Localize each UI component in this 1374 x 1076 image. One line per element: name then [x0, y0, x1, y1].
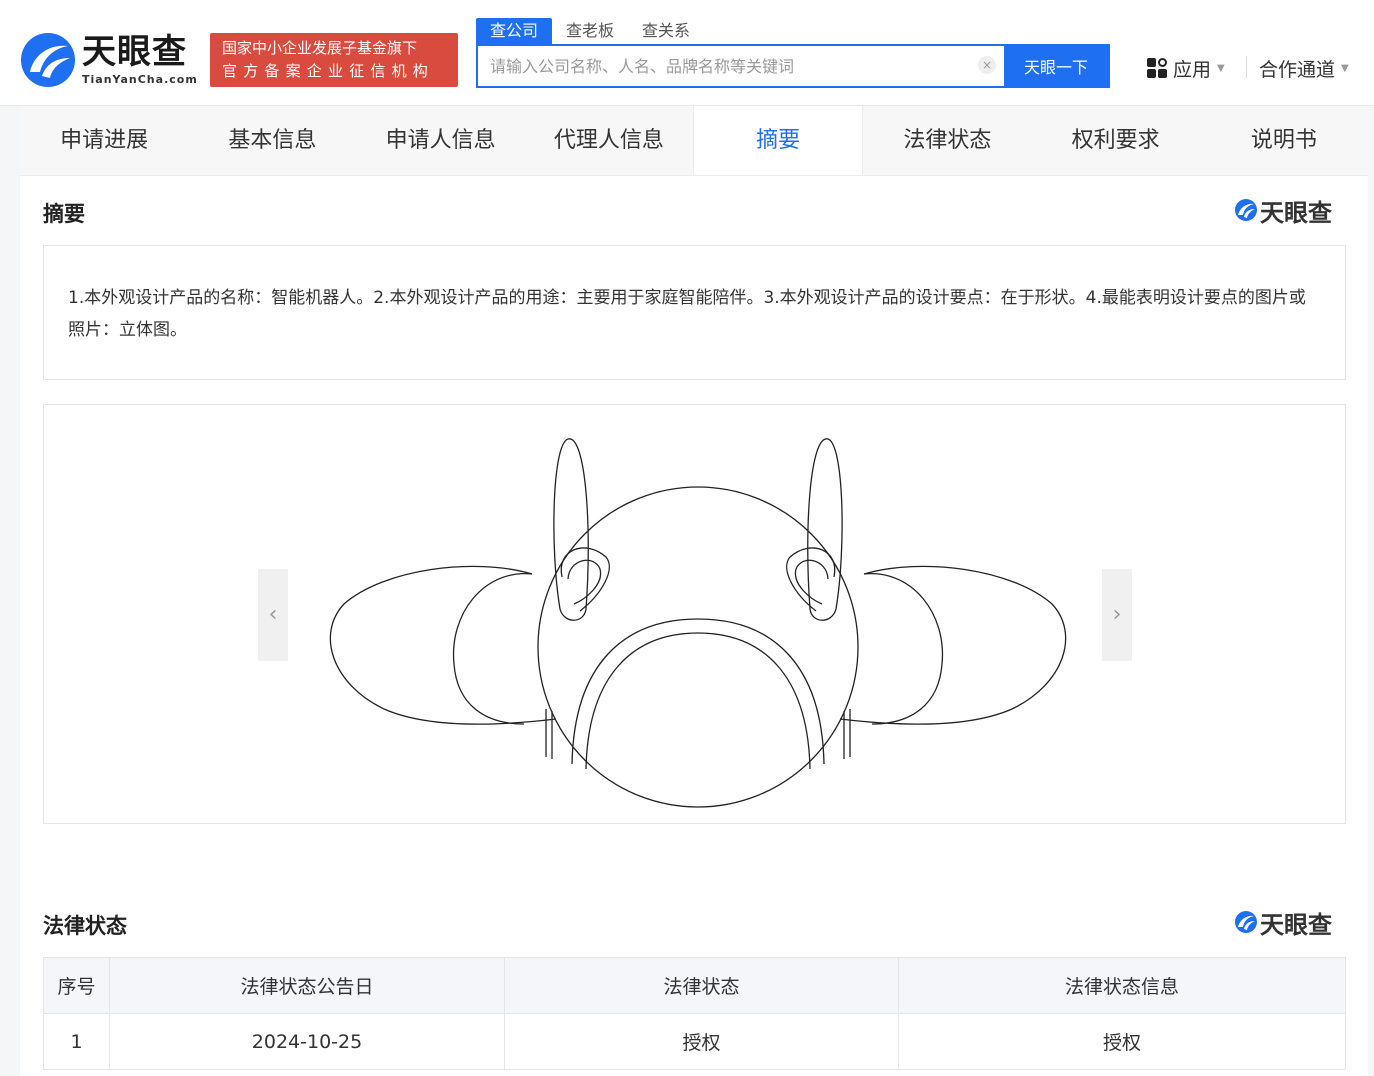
legal-status-title: 法律状态	[43, 914, 127, 938]
tab-application-progress[interactable]: 申请进展	[20, 106, 188, 175]
col-header-date: 法律状态公告日	[109, 957, 505, 1014]
cell-date: 2024-10-25	[109, 1013, 505, 1070]
watermark-logo-icon	[1235, 199, 1257, 221]
patent-tabs: 申请进展 基本信息 申请人信息 代理人信息 摘要 法律状态 权利要求 说明书	[20, 106, 1368, 176]
search-input[interactable]	[478, 46, 968, 86]
abstract-watermark: 天眼查	[1234, 194, 1332, 227]
abstract-title: 摘要	[43, 202, 85, 226]
tab-abstract[interactable]: 摘要	[693, 106, 864, 175]
tab-claims[interactable]: 权利要求	[1032, 106, 1200, 175]
watermark-logo-icon	[1235, 911, 1257, 933]
search-tab-boss[interactable]: 查老板	[552, 18, 628, 44]
chevron-down-icon: ▼	[1341, 62, 1349, 74]
badge-line-1: 国家中小企业发展子基金旗下	[222, 39, 418, 57]
cell-info: 授权	[898, 1013, 1346, 1070]
main-content: 摘要 天眼查 1.本外观设计产品的名称：智能机器人。2.本外观设计产品的用途：主…	[20, 176, 1368, 1076]
tab-agent-info[interactable]: 代理人信息	[525, 106, 693, 175]
search-button[interactable]: 天眼一下	[1004, 46, 1108, 86]
search-box: × 天眼一下	[476, 44, 1110, 88]
col-header-status: 法律状态	[504, 957, 899, 1014]
certification-badge: 国家中小企业发展子基金旗下 官方备案企业征信机构	[210, 33, 458, 87]
brand-logo[interactable]: 天眼查 TianYanCha.com	[20, 32, 205, 90]
clear-icon[interactable]: ×	[978, 56, 996, 74]
watermark-text: 天眼查	[1260, 198, 1332, 227]
search-tabs: 查公司 查老板 查关系	[476, 18, 704, 44]
tab-description[interactable]: 说明书	[1200, 106, 1368, 175]
legal-watermark: 天眼查	[1234, 906, 1332, 939]
legal-status-table: 序号 法律状态公告日 法律状态 法律状态信息 1 2024-10-25 授权 授…	[43, 957, 1346, 1070]
chevron-down-icon: ▼	[1217, 62, 1225, 74]
tab-basic-info[interactable]: 基本信息	[188, 106, 356, 175]
design-image-viewer: ‹ ›	[43, 404, 1346, 824]
brand-domain: TianYanCha.com	[82, 73, 198, 86]
prev-image-button[interactable]: ‹	[258, 569, 288, 661]
next-image-button[interactable]: ›	[1102, 569, 1132, 661]
apps-menu[interactable]: 应用 ▼	[1147, 54, 1225, 82]
abstract-text: 1.本外观设计产品的名称：智能机器人。2.本外观设计产品的用途：主要用于家庭智能…	[68, 288, 1306, 340]
robot-design-drawing	[329, 438, 1067, 808]
apps-label: 应用	[1173, 58, 1212, 81]
col-header-info: 法律状态信息	[898, 957, 1346, 1014]
partner-label: 合作通道	[1259, 58, 1336, 81]
apps-grid-icon	[1147, 58, 1167, 78]
abstract-text-box: 1.本外观设计产品的名称：智能机器人。2.本外观设计产品的用途：主要用于家庭智能…	[43, 245, 1346, 380]
cell-index: 1	[43, 1013, 110, 1070]
cell-status: 授权	[504, 1013, 899, 1070]
top-header: 天眼查 TianYanCha.com 国家中小企业发展子基金旗下 官方备案企业征…	[0, 0, 1374, 106]
brand-name: 天眼查	[82, 32, 187, 72]
partner-menu[interactable]: 合作通道 ▼	[1259, 54, 1349, 82]
header-divider	[1246, 56, 1247, 78]
search-tab-company[interactable]: 查公司	[476, 18, 553, 44]
col-header-index: 序号	[43, 957, 110, 1014]
badge-line-2: 官方备案企业征信机构	[222, 62, 435, 80]
tab-legal-status[interactable]: 法律状态	[863, 106, 1031, 175]
watermark-text: 天眼查	[1260, 910, 1332, 939]
tab-applicant-info[interactable]: 申请人信息	[357, 106, 525, 175]
table-row: 1 2024-10-25 授权 授权	[43, 1013, 1346, 1070]
logo-mark-icon	[21, 33, 75, 87]
table-header-row: 序号 法律状态公告日 法律状态 法律状态信息	[43, 957, 1346, 1014]
search-tab-relation[interactable]: 查关系	[628, 18, 704, 44]
